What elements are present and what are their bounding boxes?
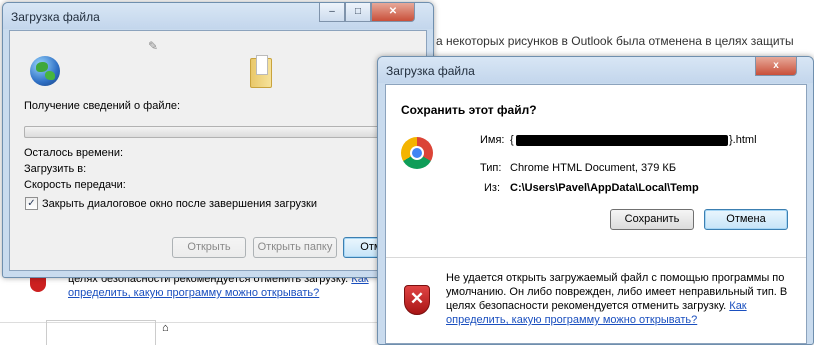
save-file-body: Сохранить этот файл? Имя: { }.html Тип: … bbox=[385, 84, 807, 344]
titlebar: Загрузка файла x bbox=[378, 57, 813, 83]
minimize-button[interactable]: – bbox=[319, 3, 345, 22]
folder-icon bbox=[250, 55, 272, 88]
home-icon: ⌂ bbox=[162, 322, 169, 334]
name-value-end: }.html bbox=[729, 134, 757, 146]
open-button[interactable]: Открыть bbox=[172, 237, 246, 258]
save-button[interactable]: Сохранить bbox=[610, 209, 694, 230]
type-label: Тип: bbox=[480, 162, 502, 174]
name-label: Имя: bbox=[480, 134, 505, 146]
divider bbox=[386, 257, 806, 258]
from-value: C:\Users\Pavel\AppData\Local\Temp bbox=[510, 182, 699, 194]
window-title: Загрузка файла bbox=[11, 10, 100, 24]
time-left-label: Осталось времени: bbox=[24, 147, 124, 159]
type-value: Chrome HTML Document, 379 КБ bbox=[510, 162, 677, 174]
download-progress-body: ✎ Получение сведений о файле: Осталось в… bbox=[9, 30, 427, 271]
progress-bar bbox=[24, 126, 422, 138]
window-title: Загрузка файла bbox=[386, 64, 475, 78]
speed-label: Скорость передачи: bbox=[24, 179, 126, 191]
link-how[interactable]: Как bbox=[729, 300, 746, 312]
redacted-filename bbox=[516, 135, 728, 146]
background-image-placeholder bbox=[46, 320, 156, 345]
cancel-button[interactable]: Отмена bbox=[704, 209, 788, 230]
close-button[interactable]: x bbox=[755, 57, 797, 76]
security-warning: Не удается открыть загружаемый файл с по… bbox=[446, 271, 802, 327]
close-after-download-label: Закрыть диалоговое окно после завершения… bbox=[42, 198, 317, 210]
close-after-download-checkbox[interactable]: ✓ bbox=[25, 197, 38, 210]
question-heading: Сохранить этот файл? bbox=[401, 103, 537, 117]
link-which-program[interactable]: определить, какую программу можно открыв… bbox=[446, 314, 697, 326]
from-label: Из: bbox=[484, 182, 501, 194]
chrome-icon bbox=[401, 137, 433, 169]
close-button[interactable]: ✕ bbox=[371, 3, 415, 22]
name-value-start: { bbox=[510, 134, 514, 146]
download-to-label: Загрузить в: bbox=[24, 163, 87, 175]
download-progress-window: Загрузка файла – □ ✕ ✎ Получение сведени… bbox=[2, 2, 434, 278]
globe-icon bbox=[30, 56, 60, 86]
shield-icon: ✕ bbox=[404, 285, 430, 315]
maximize-button[interactable]: □ bbox=[345, 3, 371, 22]
status-label: Получение сведений о файле: bbox=[24, 100, 181, 112]
background-link-which-program[interactable]: определить, какую программу можно открыв… bbox=[68, 287, 319, 299]
titlebar: Загрузка файла – □ ✕ bbox=[3, 3, 433, 29]
open-folder-button[interactable]: Открыть папку bbox=[253, 237, 337, 258]
save-file-window: Загрузка файла x Сохранить этот файл? Им… bbox=[377, 56, 814, 345]
background-notice: а некоторых рисунков в Outlook была отме… bbox=[436, 34, 794, 48]
paper-fly-icon: ✎ bbox=[148, 39, 159, 53]
